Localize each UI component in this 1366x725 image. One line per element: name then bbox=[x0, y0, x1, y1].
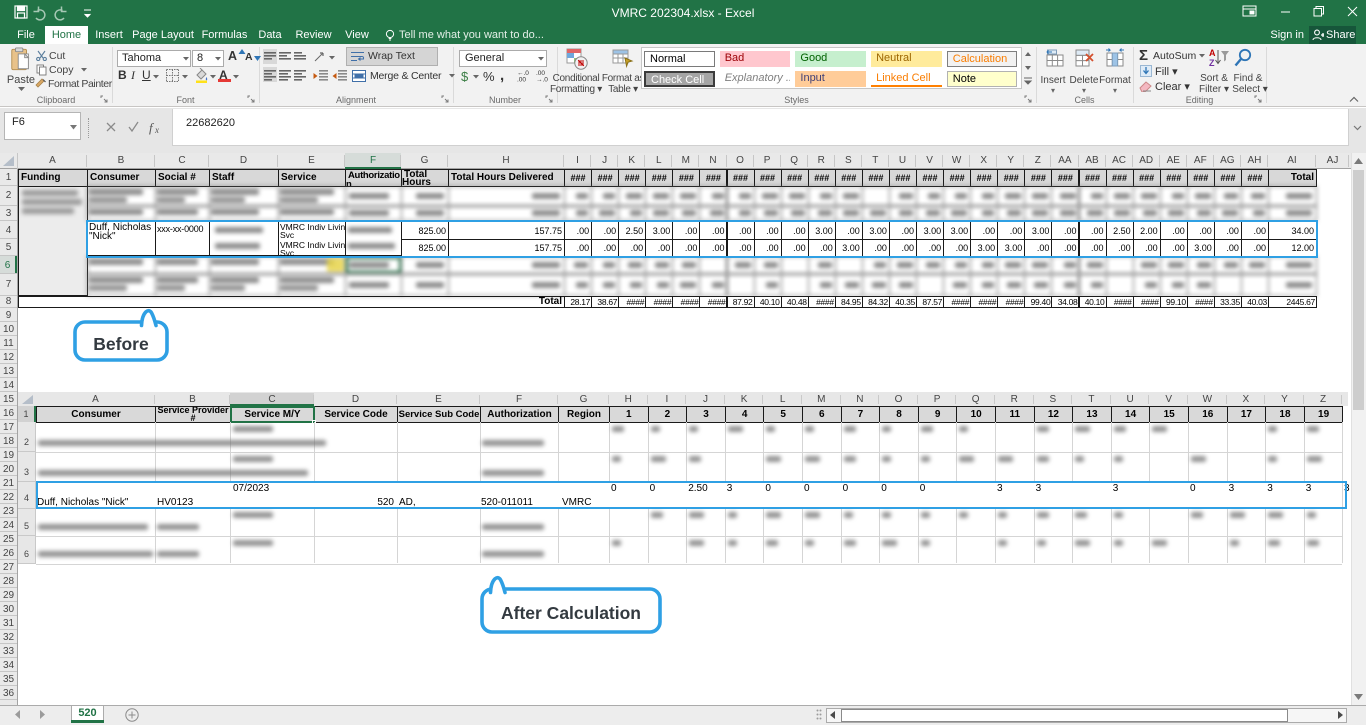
svg-text:→.0: →.0 bbox=[536, 77, 548, 83]
svg-text:A: A bbox=[1209, 48, 1216, 58]
svg-text:.00: .00 bbox=[517, 77, 526, 83]
svg-text:Before: Before bbox=[93, 334, 149, 354]
svg-text:x: x bbox=[154, 125, 159, 135]
svg-text:After Calculation: After Calculation bbox=[501, 603, 641, 623]
svg-text:Z: Z bbox=[1209, 58, 1215, 68]
